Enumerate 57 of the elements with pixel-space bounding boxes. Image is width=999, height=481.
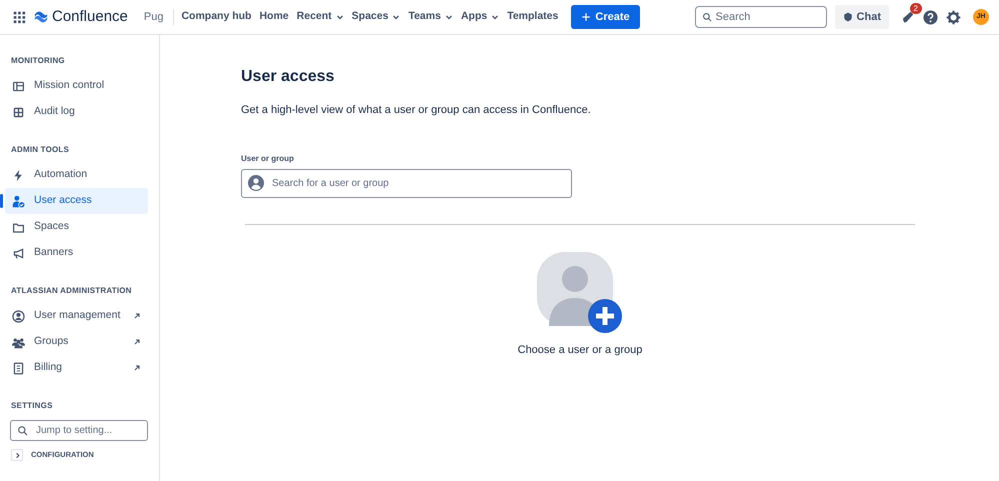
- search-icon: [702, 12, 712, 22]
- nav-link[interactable]: Company hub: [178, 5, 254, 29]
- plus-icon: [581, 12, 592, 22]
- external-link-icon: [133, 312, 141, 320]
- section-heading: ADMIN TOOLS: [10, 144, 70, 156]
- panel-icon: [12, 80, 25, 92]
- logo-icon: [34, 10, 48, 24]
- space-name[interactable]: Pug: [144, 8, 174, 26]
- sidebar-item[interactable]: Audit log: [5, 99, 148, 125]
- sidebar-item[interactable]: Banners: [5, 240, 148, 266]
- external-link-icon: [133, 338, 141, 346]
- sidebar-item[interactable]: User management: [5, 303, 148, 329]
- nav-link[interactable]: Apps: [458, 5, 502, 29]
- nav-link[interactable]: Recent: [294, 5, 347, 29]
- page-title: User access: [241, 67, 336, 86]
- search-field[interactable]: Search: [694, 6, 827, 28]
- chevron-down-icon: [336, 13, 344, 21]
- app-switcher-icon[interactable]: [12, 10, 26, 24]
- chevron-down-icon: [444, 13, 453, 21]
- sidebar-item[interactable]: Mission control: [5, 73, 148, 99]
- person-icon: [12, 310, 25, 322]
- sidebar-item[interactable]: Billing: [5, 355, 148, 381]
- sidebar-item[interactable]: Spaces: [5, 214, 148, 240]
- sidebar-item[interactable]: Groups: [5, 329, 148, 355]
- external-link-icon: [133, 364, 141, 372]
- nav-link[interactable]: Spaces: [348, 5, 404, 29]
- product-name[interactable]: Confluence: [52, 6, 128, 28]
- section-heading: SETTINGS: [10, 400, 54, 412]
- section-heading: MONITORING: [10, 55, 66, 67]
- notification-count: 2: [910, 2, 922, 14]
- nav-link[interactable]: Home: [256, 5, 292, 29]
- chevron-down-icon: [491, 13, 500, 21]
- field-label: User or group: [241, 152, 295, 165]
- settings-search-field[interactable]: Jump to setting...: [10, 420, 148, 441]
- expand-button[interactable]: [11, 449, 23, 461]
- empty-state-text: Choose a user or a group: [518, 342, 642, 358]
- section-heading: ATLASSIAN ADMINISTRATION: [10, 285, 133, 297]
- create-button[interactable]: Create: [571, 4, 640, 30]
- folder-icon: [12, 220, 25, 234]
- settings-icon[interactable]: [946, 10, 961, 24]
- user-search-field[interactable]: Search for a user or group: [241, 168, 572, 198]
- help-icon[interactable]: [923, 10, 938, 24]
- group-icon: [12, 336, 25, 348]
- receipt-icon: [12, 362, 25, 374]
- page-description: Get a high-level view of what a user or group can access in Confluence.: [241, 103, 592, 118]
- nav-link[interactable]: Teams: [405, 5, 456, 29]
- chevron-down-icon: [392, 13, 400, 21]
- sidebar-item[interactable]: User access: [5, 188, 148, 214]
- grid-icon: [12, 106, 25, 118]
- user-check-icon: [12, 194, 25, 208]
- chevron-right-icon: [14, 452, 20, 458]
- shield-icon: [842, 12, 853, 22]
- sidebar-item[interactable]: Automation: [5, 162, 148, 188]
- search-icon: [17, 425, 28, 436]
- chat-button[interactable]: Chat: [834, 4, 889, 30]
- avatar-icon: [248, 175, 264, 192]
- nav-link[interactable]: Templates: [504, 5, 562, 29]
